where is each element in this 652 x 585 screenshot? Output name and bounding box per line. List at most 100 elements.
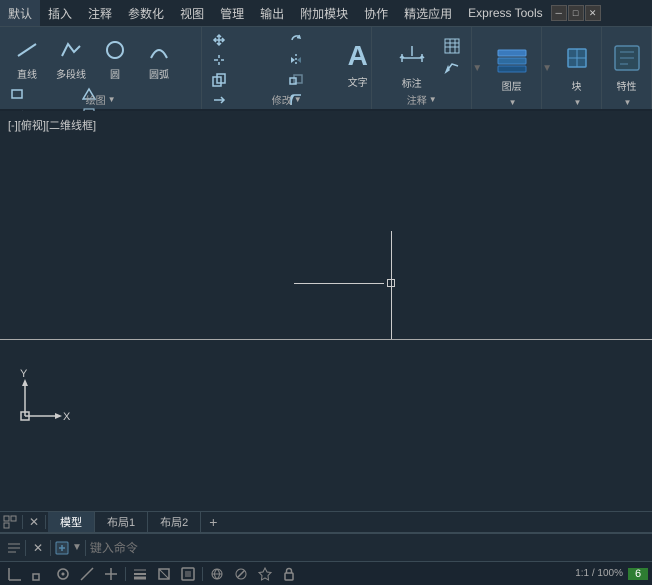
tab-layout2[interactable]: 布局2 (148, 512, 201, 532)
snap-icon (7, 566, 23, 582)
tool-circle[interactable]: 圆 (94, 31, 136, 83)
status-osnap[interactable] (100, 564, 122, 584)
status-ortho[interactable] (52, 564, 74, 584)
gizmo-icon (209, 566, 225, 582)
grid-snap-icon (31, 566, 47, 582)
svg-text:Y: Y (20, 368, 28, 380)
status-snap[interactable] (4, 564, 26, 584)
menu-item-express[interactable]: Express Tools (460, 0, 550, 26)
status-lock[interactable] (278, 564, 300, 584)
menu-bar: 默认 插入 注释 参数化 视图 管理 输出 附加模块 协作 精选应用 Expre… (0, 0, 652, 27)
layers-group-label[interactable]: ▼ (482, 98, 541, 107)
command-bar: ✕ ▼ (0, 533, 652, 561)
tool-move[interactable] (208, 31, 283, 49)
minimize-button[interactable]: ─ (551, 5, 567, 21)
menu-item-featured[interactable]: 精选应用 (396, 0, 460, 26)
status-transparency[interactable] (153, 564, 175, 584)
status-annotate-scale[interactable] (230, 564, 252, 584)
menu-item-manage[interactable]: 管理 (212, 0, 252, 26)
menu-item-collaborate[interactable]: 协作 (356, 0, 396, 26)
tab-separator1 (22, 515, 23, 529)
command-icons (6, 540, 22, 556)
tool-polyline[interactable]: 多段线 (50, 31, 92, 83)
tab-model[interactable]: 模型 (48, 512, 95, 532)
properties-group-label[interactable]: ▼ (602, 98, 651, 107)
circle-icon (99, 34, 131, 66)
tool-block[interactable]: 块 (552, 35, 602, 99)
status-polar[interactable] (76, 564, 98, 584)
line-icon (11, 34, 43, 66)
menu-item-output[interactable]: 输出 (252, 0, 292, 26)
text-icon: A (348, 40, 368, 72)
ribbon-content: 直线 多段线 圆 (0, 27, 652, 109)
polar-icon (79, 566, 95, 582)
scale-icon (288, 72, 304, 88)
tool-layers[interactable]: 图层 (486, 35, 538, 99)
command-bar-left: ✕ ▼ (6, 539, 86, 557)
status-selection[interactable] (177, 564, 199, 584)
tool-copy[interactable] (208, 71, 283, 89)
block-icon (560, 41, 594, 78)
restore-button[interactable]: □ (568, 5, 584, 21)
cmd-dropdown[interactable]: ▼ (54, 540, 82, 556)
ribbon-group-layers: 图层 ▼ (482, 27, 542, 109)
cmd-dropdown-icon (54, 540, 70, 556)
copy-icon (211, 72, 227, 88)
cmd-icon1 (6, 540, 22, 556)
tool-line[interactable]: 直线 (6, 31, 48, 83)
tab-icon (0, 515, 20, 529)
status-lineweight[interactable] (129, 564, 151, 584)
tab-layout1[interactable]: 布局1 (95, 512, 148, 532)
trim-icon (211, 52, 227, 68)
polyline-icon (55, 34, 87, 66)
menu-item-annotate[interactable]: 注释 (80, 0, 120, 26)
cmd-sep1 (25, 540, 26, 556)
tab-separator2 (45, 515, 46, 529)
block-group-label[interactable]: ▼ (552, 98, 601, 107)
bottom-tabs: ✕ 模型 布局1 布局2 + (0, 511, 652, 533)
tool-trim[interactable] (208, 51, 283, 69)
tab-pin-button[interactable]: ✕ (25, 513, 43, 531)
ribbon-group-properties: 特性 ▼ (602, 27, 652, 109)
lock-icon (281, 566, 297, 582)
viewport-label: [-][俯视][二维线框] (8, 117, 96, 133)
menu-item-parametric[interactable]: 参数化 (120, 0, 172, 26)
command-input-area (90, 541, 646, 555)
rotate-icon (288, 32, 304, 48)
ribbon-group-block: 块 ▼ (552, 27, 602, 109)
workspace-icon (257, 566, 273, 582)
tool-dimension[interactable]: 标注 (387, 33, 437, 95)
close-button[interactable]: ✕ (585, 5, 601, 21)
status-scale[interactable]: 1:1 / 100% (572, 564, 626, 584)
status-grid-snap[interactable] (28, 564, 50, 584)
arc-icon (143, 34, 175, 66)
command-input[interactable] (90, 541, 646, 555)
tool-properties[interactable]: 特性 (602, 35, 652, 99)
status-gizmo[interactable] (206, 564, 228, 584)
transparency-icon (156, 566, 172, 582)
viewport[interactable]: [-][俯视][二维线框] Y X (0, 111, 652, 511)
main-area: [-][俯视][二维线框] Y X (0, 111, 652, 511)
mirror-icon (288, 52, 304, 68)
draw-group-label[interactable]: 绘图 ▼ (0, 92, 201, 107)
status-bar: 1:1 / 100% 6 (0, 561, 652, 585)
ribbon-group-draw: 直线 多段线 圆 (0, 27, 202, 109)
osnap-icon (103, 566, 119, 582)
crosshair-horizontal (294, 283, 384, 284)
status-workspace[interactable] (254, 564, 276, 584)
svg-text:X: X (63, 411, 71, 423)
tab-add-button[interactable]: + (201, 514, 225, 530)
menu-item-addons[interactable]: 附加模块 (292, 0, 356, 26)
status-corner[interactable]: 6 (628, 568, 648, 580)
cmd-pin-button[interactable]: ✕ (29, 539, 47, 557)
crosshair-box (387, 279, 395, 287)
status-right-group: 1:1 / 100% 6 (572, 564, 648, 584)
properties-icon (610, 41, 644, 78)
tool-arc[interactable]: 圆弧 (138, 31, 180, 83)
menu-item-default[interactable]: 默认 (0, 0, 40, 26)
menu-item-insert[interactable]: 插入 (40, 0, 80, 26)
annotate-group-label[interactable]: 注释 ▼ (372, 92, 471, 107)
horizontal-axis (0, 339, 652, 340)
tool-text[interactable]: A 文字 (333, 33, 383, 95)
menu-item-view[interactable]: 视图 (172, 0, 212, 26)
